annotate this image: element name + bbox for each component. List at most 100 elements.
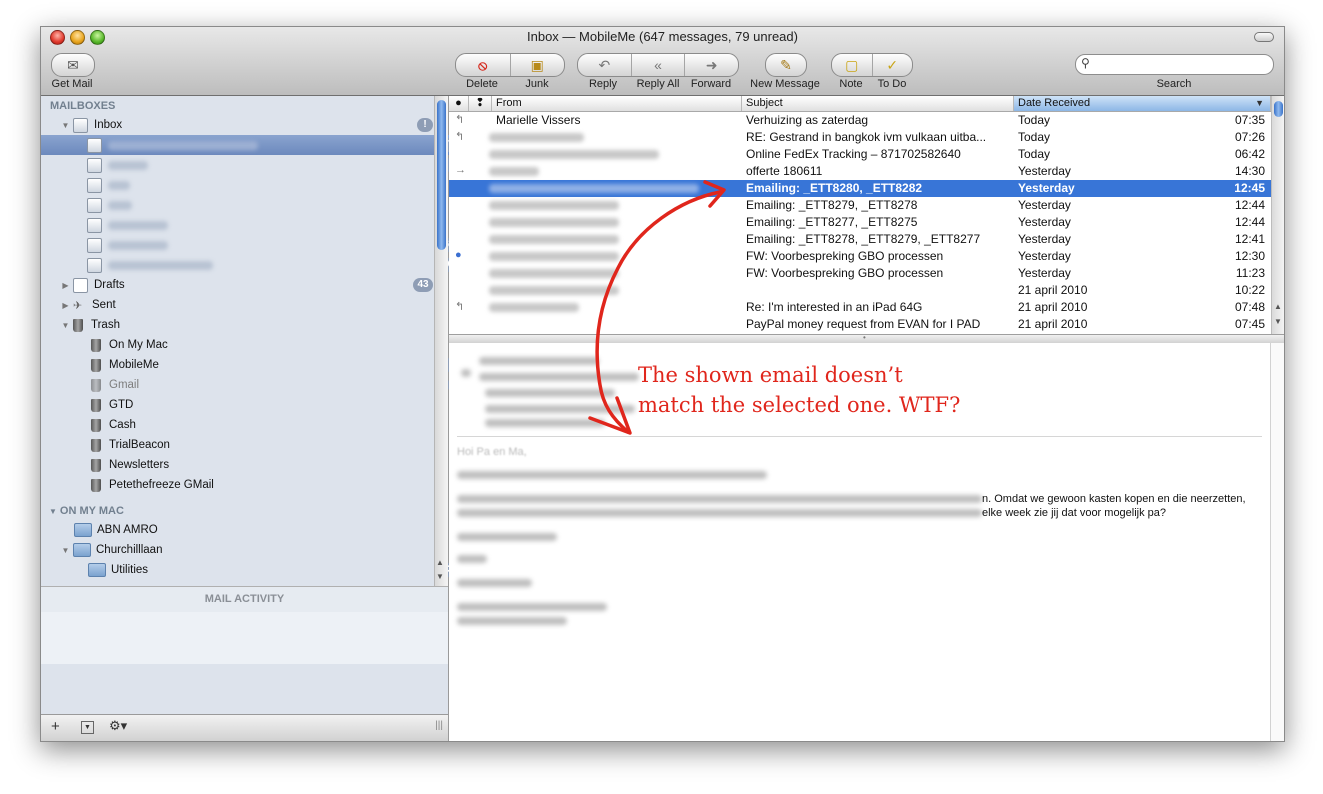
inbox-tray-icon bbox=[87, 197, 102, 213]
sidebar-item-utilities[interactable]: Utilities 3 bbox=[41, 560, 480, 580]
search-field[interactable]: ⚲ bbox=[1075, 54, 1274, 75]
message-row[interactable]: → offerte 180611 Yesterday 14:30 bbox=[449, 163, 1271, 180]
email-greeting: Hoi Pa en Ma, bbox=[457, 446, 527, 458]
unread-dot-icon: ● bbox=[455, 249, 462, 261]
trash-can-icon bbox=[91, 478, 101, 492]
folder-icon bbox=[73, 543, 91, 557]
blurred-header-text bbox=[485, 405, 635, 413]
annotation-text: The shown email doesn’t match the select… bbox=[638, 360, 960, 420]
note-todo-group: ▢ ✓ bbox=[831, 53, 913, 77]
from-column-header[interactable]: From bbox=[492, 96, 742, 111]
sidebar-item-abn-amro[interactable]: ABN AMRO bbox=[41, 520, 466, 540]
blurred-body-text bbox=[457, 603, 607, 611]
subject-column-header[interactable]: Subject bbox=[742, 96, 1014, 111]
message-row[interactable]: ↰ Marielle Vissers Verhuizing as zaterdag T… bbox=[449, 112, 1271, 129]
sidebar-item-label: TrialBeacon bbox=[109, 439, 170, 451]
sidebar-item-churchilllaan[interactable]: ▼ Churchilllaan bbox=[41, 540, 453, 560]
date-column-header[interactable]: Date Received ▼ bbox=[1014, 96, 1271, 111]
show-hide-icon[interactable]: ▼ bbox=[81, 721, 94, 734]
gear-icon[interactable]: ⚙▾ bbox=[109, 718, 127, 734]
disclosure-triangle-icon[interactable]: ▼ bbox=[49, 507, 57, 516]
scroll-up-arrow-icon[interactable]: ▲ bbox=[1274, 302, 1282, 311]
message-from: Marielle Vissers bbox=[496, 113, 581, 127]
sidebar-item-inbox[interactable]: ▼ Inbox ! bbox=[41, 115, 453, 135]
sidebar-item-inbox-account[interactable]: ! bbox=[41, 155, 479, 175]
sidebar-item-trash-cash[interactable]: Cash bbox=[41, 415, 483, 435]
search-label: Search bbox=[1156, 78, 1192, 90]
sidebar-item-inbox-account[interactable] bbox=[41, 195, 479, 215]
message-subject: FW: Voorbespreking GBO processen bbox=[746, 266, 944, 280]
scroll-down-arrow-icon[interactable]: ▼ bbox=[1274, 317, 1282, 326]
sidebar-item-inbox-account[interactable]: 60 bbox=[41, 235, 479, 255]
message-row[interactable]: PayPal money request from EVAN for I PAD… bbox=[449, 316, 1271, 333]
disclosure-triangle-icon[interactable]: ▶ bbox=[61, 301, 70, 310]
toolbar-toggle-button[interactable] bbox=[1254, 32, 1274, 42]
on-my-mac-header[interactable]: ▼ ON MY MAC bbox=[49, 505, 124, 517]
blurred-account-name bbox=[108, 160, 148, 170]
sidebar-item-label: Drafts bbox=[94, 279, 125, 291]
scroll-down-arrow-icon[interactable]: ▼ bbox=[436, 572, 444, 581]
message-row[interactable]: ● FW: Voorbespreking GBO processen Yesterd… bbox=[449, 248, 1271, 265]
sidebar-item-trash-mobileme[interactable]: MobileMe 1 bbox=[41, 355, 483, 375]
disclosure-triangle-icon[interactable]: ▼ bbox=[61, 121, 70, 130]
sidebar-item-trash-petethefreeze[interactable]: Petethefreeze GMail bbox=[41, 475, 483, 495]
sidebar-scrollbar[interactable]: ▲ ▼ bbox=[434, 96, 448, 586]
delete-button[interactable]: ⦸ bbox=[456, 54, 511, 76]
message-row[interactable]: ↰ Re: I'm interested in an iPad 64G 21 apr… bbox=[449, 299, 1271, 316]
message-row[interactable]: Emailing: _ETT8277, _ETT8275 Yesterday 12:… bbox=[449, 214, 1271, 231]
sidebar-item-trash-gtd[interactable]: GTD bbox=[41, 395, 483, 415]
window-title: Inbox — MobileMe (647 messages, 79 unrea… bbox=[527, 29, 798, 44]
junk-icon: ▣ bbox=[530, 56, 544, 73]
sidebar-item-trash[interactable]: ▼ Trash bbox=[41, 315, 453, 335]
reply-all-button[interactable]: « bbox=[632, 54, 686, 76]
unread-column-header[interactable]: ● bbox=[449, 96, 469, 111]
forward-button[interactable]: ➜ bbox=[685, 54, 738, 76]
scroll-up-arrow-icon[interactable]: ▲ bbox=[436, 558, 444, 567]
sidebar-item-inbox-account[interactable]: 79 bbox=[41, 135, 479, 155]
sidebar-item-trash-gmail[interactable]: Gmail ! bbox=[41, 375, 483, 395]
sidebar-item-drafts[interactable]: ▶ Drafts 43 bbox=[41, 275, 453, 295]
note-label: Note bbox=[839, 78, 863, 90]
disclosure-triangle-icon[interactable]: ▼ bbox=[61, 321, 70, 330]
pencil-paper-icon: ✎ bbox=[780, 56, 792, 73]
annotation-line: match the selected one. WTF? bbox=[638, 393, 961, 417]
junk-label: Junk bbox=[525, 78, 549, 90]
message-row[interactable]: Emailing: _ETT8279, _ETT8278 Yesterday 12:… bbox=[449, 197, 1271, 214]
preview-scrollbar[interactable] bbox=[1270, 343, 1284, 741]
blurred-body-text bbox=[457, 555, 487, 563]
sidebar-item-inbox-account[interactable] bbox=[41, 215, 479, 235]
resize-grip-icon[interactable]: ||| bbox=[435, 720, 443, 731]
sidebar-scrollbar-thumb[interactable] bbox=[437, 100, 446, 250]
note-button[interactable]: ▢ bbox=[832, 54, 873, 76]
junk-button[interactable]: ▣ bbox=[511, 54, 565, 76]
sidebar-item-trash-on-my-mac[interactable]: On My Mac bbox=[41, 335, 483, 355]
message-row[interactable]: Emailing: _ETT8280, _ETT8282 Yesterday 12:… bbox=[449, 180, 1271, 197]
message-row[interactable]: Online FedEx Tracking – 871702582640 Toda… bbox=[449, 146, 1271, 163]
blurred-body-text bbox=[457, 617, 567, 625]
add-mailbox-icon[interactable]: + bbox=[51, 718, 60, 735]
todo-button[interactable]: ✓ bbox=[873, 54, 913, 76]
paper-plane-icon: ✈ bbox=[73, 299, 83, 312]
disclosure-triangle-icon[interactable]: ▶ bbox=[61, 281, 70, 290]
message-row[interactable]: Emailing: _ETT8278, _ETT8279, _ETT8277 Ye… bbox=[449, 231, 1271, 248]
sidebar-item-trash-newsletters[interactable]: Newsletters bbox=[41, 455, 483, 475]
reply-button[interactable]: ↶ bbox=[578, 54, 632, 76]
flag-column-header[interactable]: ❢ bbox=[469, 96, 492, 111]
message-row[interactable]: FW: Voorbespreking GBO processen Yesterda… bbox=[449, 265, 1271, 282]
sidebar-item-inbox-account[interactable] bbox=[41, 175, 479, 195]
sidebar-item-trash-trialbeacon[interactable]: TrialBeacon bbox=[41, 435, 483, 455]
message-list-scrollbar-thumb[interactable] bbox=[1274, 101, 1283, 117]
message-row[interactable]: 21 april 2010 10:22 bbox=[449, 282, 1271, 299]
message-time: 11:23 bbox=[1235, 266, 1265, 280]
disclosure-triangle-icon[interactable]: ▼ bbox=[61, 546, 70, 555]
sidebar-item-inbox-account[interactable]: 193 bbox=[41, 255, 479, 275]
message-list-scrollbar[interactable]: ▲ ▼ bbox=[1271, 96, 1284, 334]
message-row[interactable]: ↰ RE: Gestrand in bangkok ivm vulkaan uit… bbox=[449, 129, 1271, 146]
new-message-button[interactable]: ✎ bbox=[765, 53, 807, 77]
blurred-account-name bbox=[108, 180, 130, 190]
sidebar-item-sent[interactable]: ▶ ✈ Sent bbox=[41, 295, 453, 315]
get-mail-button[interactable]: ✉ bbox=[51, 53, 95, 77]
reply-group: ↶ « ➜ bbox=[577, 53, 739, 77]
trash-can-icon bbox=[91, 358, 101, 372]
message-subject: Emailing: _ETT8278, _ETT8279, _ETT8277 bbox=[746, 232, 981, 246]
